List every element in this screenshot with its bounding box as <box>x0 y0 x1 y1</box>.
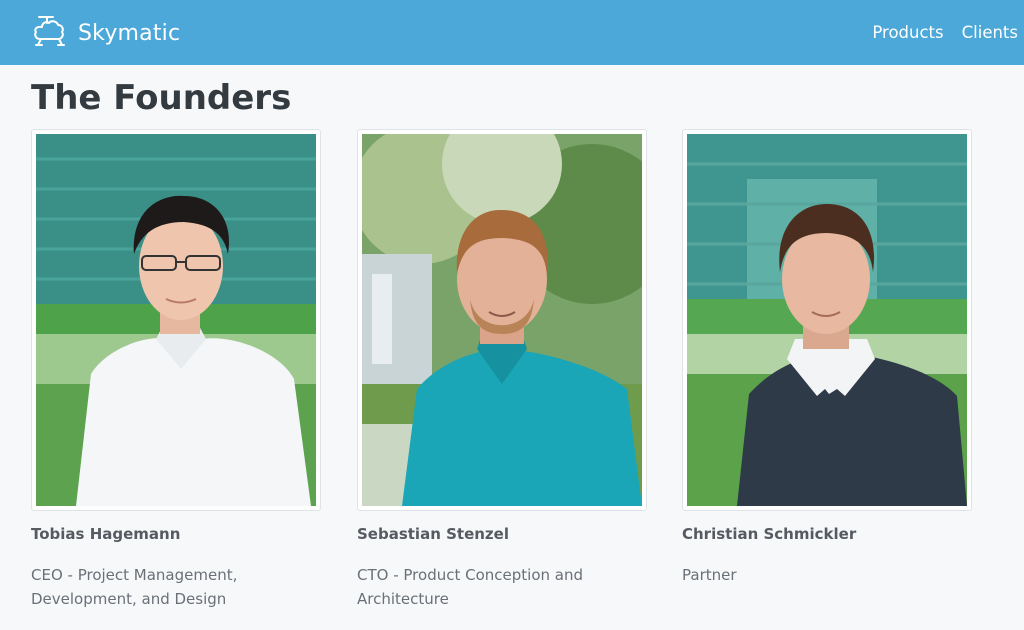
founder-role: Partner <box>682 566 737 584</box>
founder-name: Christian Schmickler <box>682 525 857 543</box>
nav-link-clients[interactable]: Clients <box>962 23 1018 42</box>
brand-name: Skymatic <box>78 20 181 46</box>
founder-photo <box>36 134 316 506</box>
founder-photo <box>362 134 642 506</box>
founder-role: CEO - Project Management, Development, a… <box>31 566 238 608</box>
brand-link[interactable]: Skymatic <box>30 14 180 52</box>
founder-photo-frame <box>31 129 321 511</box>
drone-logo-icon <box>30 13 70 53</box>
founder-photo-frame <box>682 129 972 511</box>
nav-link-products[interactable]: Products <box>872 23 943 42</box>
founder-card: Sebastian Stenzel CTO - Product Concepti… <box>357 129 647 611</box>
founder-role: CTO - Product Conception and Architectur… <box>357 566 583 608</box>
founder-card: Christian Schmickler Partner <box>682 129 972 587</box>
nav-links: Products Clients <box>872 0 1018 65</box>
founder-photo <box>687 134 967 506</box>
founder-photo-frame <box>357 129 647 511</box>
navbar: Skymatic Products Clients <box>0 0 1024 65</box>
founder-name: Sebastian Stenzel <box>357 525 509 543</box>
founder-card: Tobias Hagemann CEO - Project Management… <box>31 129 321 611</box>
page-title: The Founders <box>31 78 292 118</box>
founder-name: Tobias Hagemann <box>31 525 181 543</box>
